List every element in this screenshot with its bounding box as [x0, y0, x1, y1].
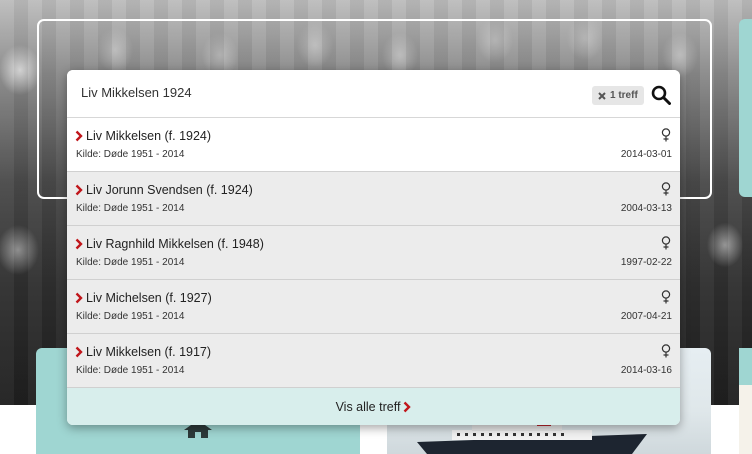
chevron-right-icon	[75, 292, 83, 304]
result-source: Kilde: Døde 1951 - 2014	[76, 149, 185, 160]
result-source: Kilde: Døde 1951 - 2014	[76, 257, 185, 268]
result-date: 2004-03-13	[620, 203, 672, 214]
female-icon	[661, 128, 671, 142]
result-row[interactable]: Liv Jorunn Svendsen (f. 1924) Kilde: Død…	[67, 172, 680, 226]
female-icon	[661, 344, 671, 358]
document-card-edge	[739, 385, 752, 454]
result-name: Liv Michelsen (f. 1927)	[86, 291, 212, 305]
search-icon[interactable]	[651, 85, 671, 105]
chevron-right-icon	[75, 130, 83, 142]
side-card-edge	[739, 19, 752, 197]
show-all-results-button[interactable]: Vis alle treff	[67, 388, 680, 425]
chevron-right-icon	[75, 346, 83, 358]
search-input[interactable]	[81, 85, 561, 100]
chevron-right-icon	[75, 238, 83, 250]
result-source: Kilde: Døde 1951 - 2014	[76, 203, 185, 214]
female-icon	[661, 290, 671, 304]
result-name: Liv Mikkelsen (f. 1924)	[86, 129, 212, 143]
result-name: Liv Ragnhild Mikkelsen (f. 1948)	[86, 237, 264, 251]
result-row[interactable]: Liv Michelsen (f. 1927) Kilde: Døde 1951…	[67, 280, 680, 334]
clear-hits-badge[interactable]: 1 treff	[592, 86, 644, 105]
result-date: 2007-04-21	[620, 311, 672, 322]
result-name: Liv Mikkelsen (f. 1917)	[86, 345, 212, 359]
result-source: Kilde: Døde 1951 - 2014	[76, 365, 185, 376]
result-row[interactable]: Liv Ragnhild Mikkelsen (f. 1948) Kilde: …	[67, 226, 680, 280]
chevron-right-icon	[404, 401, 412, 413]
result-name: Liv Jorunn Svendsen (f. 1924)	[86, 183, 253, 197]
show-all-label: Vis alle treff	[335, 400, 401, 414]
result-row[interactable]: Liv Mikkelsen (f. 1924) Kilde: Døde 1951…	[67, 118, 680, 172]
result-source: Kilde: Døde 1951 - 2014	[76, 311, 185, 322]
result-date: 2014-03-01	[620, 149, 672, 160]
hits-count: 1 treff	[610, 90, 638, 101]
result-row[interactable]: Liv Mikkelsen (f. 1917) Kilde: Døde 1951…	[67, 334, 680, 388]
chevron-right-icon	[75, 184, 83, 196]
ship-image	[417, 420, 647, 454]
side-card-edge-lower	[739, 348, 752, 388]
female-icon	[661, 182, 671, 196]
female-icon	[661, 236, 671, 250]
result-date: 2014-03-16	[620, 365, 672, 376]
close-icon	[598, 91, 606, 100]
search-bar: 1 treff	[67, 70, 680, 118]
search-dropdown: 1 treff Liv Mikkelsen (f. 1924) Kilde: D…	[67, 70, 680, 425]
result-date: 1997-02-22	[620, 257, 672, 268]
